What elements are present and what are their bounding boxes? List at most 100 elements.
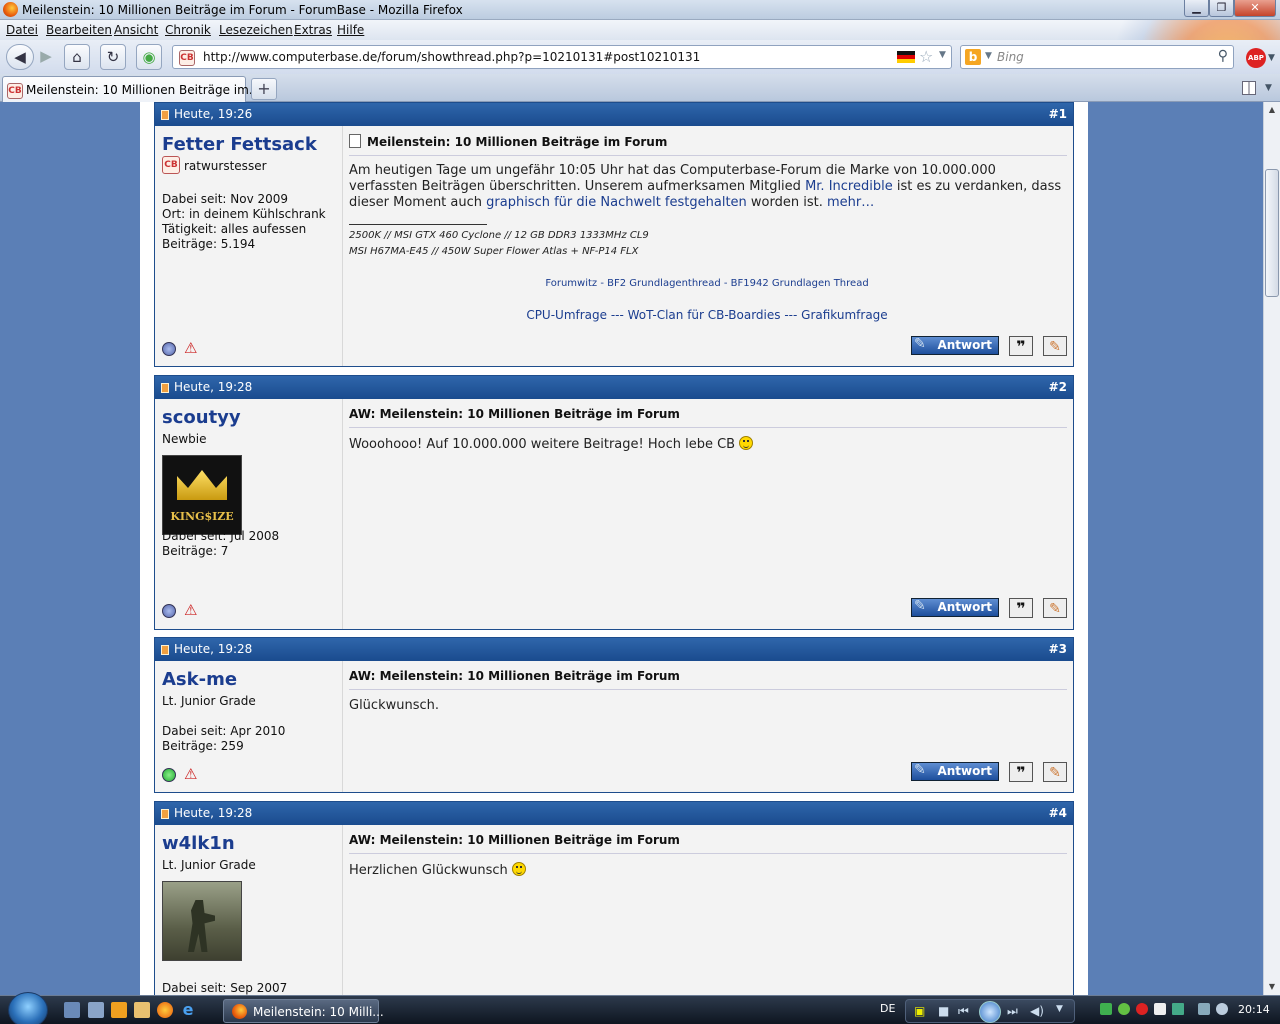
back-arrow-icon[interactable]: ◀: [6, 44, 34, 70]
user-info: Dabei seit: Sep 2007: [162, 981, 287, 995]
stop-icon[interactable]: ■: [938, 1004, 949, 1018]
mehr-link[interactable]: mehr…: [827, 195, 874, 210]
user-panel: w4lk1n Lt. Junior Grade Dabei seit: Sep …: [155, 825, 343, 995]
signature-links-big[interactable]: CPU-Umfrage --- WoT-Clan für CB-Boardies…: [349, 308, 1065, 322]
media-dropdown-icon[interactable]: ▼: [1056, 1004, 1063, 1014]
graphisch-link[interactable]: graphisch für die Nachwelt festgehalten: [486, 195, 747, 210]
signature-divider: [349, 224, 487, 225]
media-player-icon[interactable]: [111, 1002, 127, 1018]
search-engine-dropdown-icon[interactable]: ▼: [985, 51, 992, 61]
windows-taskbar: e Meilenstein: 10 Milli... DE ▣ ■ ⏮ ⏭ ◀)…: [0, 992, 1280, 1024]
network-icon[interactable]: [1198, 1003, 1210, 1015]
multiquote-button[interactable]: ✎: [1043, 336, 1067, 356]
search-field[interactable]: b ▼ Bing ⚲: [960, 45, 1234, 69]
menu-ansicht[interactable]: Ansicht: [114, 23, 158, 37]
avatar[interactable]: KING$IZE: [162, 455, 242, 535]
forward-arrow-icon[interactable]: ▶: [33, 44, 59, 70]
pause-button[interactable]: [979, 1001, 1001, 1023]
volume-icon[interactable]: ◀): [1030, 1004, 1044, 1018]
language-indicator[interactable]: DE: [880, 1002, 895, 1015]
username-link[interactable]: Ask-me: [162, 669, 237, 690]
webslice-icon[interactable]: ◉: [136, 44, 162, 70]
post-number-link[interactable]: #3: [1049, 642, 1067, 656]
magnifier-icon[interactable]: ⚲: [1218, 48, 1228, 64]
tray-icon-5[interactable]: [1172, 1003, 1184, 1015]
scroll-up-icon[interactable]: ▲: [1264, 102, 1280, 118]
signature-links-small[interactable]: Forumwitz - BF2 Grundlagenthread - BF194…: [349, 278, 1065, 289]
tray-icon-2[interactable]: [1118, 1003, 1130, 1015]
mr-incredible-link[interactable]: Mr. Incredible: [805, 179, 893, 194]
adblock-plus-icon[interactable]: ABP: [1246, 48, 1266, 68]
bing-logo-icon[interactable]: b: [965, 49, 981, 65]
tray-icon-4[interactable]: [1154, 1003, 1166, 1015]
adblock-dropdown-icon[interactable]: ▼: [1268, 53, 1275, 63]
internet-explorer-icon[interactable]: e: [180, 1002, 196, 1018]
tray-icon-3[interactable]: [1136, 1003, 1148, 1015]
quote-button[interactable]: ❞: [1009, 336, 1033, 356]
report-icon[interactable]: ⚠: [184, 603, 197, 618]
maximize-button[interactable]: ❐: [1209, 0, 1234, 17]
tab-label: Meilenstein: 10 Millionen Beiträge im...: [26, 83, 261, 97]
menu-datei[interactable]: Datei: [6, 23, 38, 37]
next-icon[interactable]: ⏭: [1007, 1004, 1018, 1019]
star-icon[interactable]: ☆: [919, 47, 933, 66]
url-text[interactable]: http://www.computerbase.de/forum/showthr…: [203, 50, 700, 64]
url-field[interactable]: CB http://www.computerbase.de/forum/show…: [172, 45, 952, 69]
avatar[interactable]: [162, 881, 242, 961]
page-scrollbar[interactable]: ▲ ▼: [1263, 102, 1280, 995]
firefox-quicklaunch-icon[interactable]: [157, 1002, 173, 1018]
post-number-link[interactable]: #2: [1049, 380, 1067, 394]
system-clock[interactable]: 20:14: [1238, 1003, 1270, 1016]
menu-chronik[interactable]: Chronik: [165, 23, 211, 37]
home-icon[interactable]: ⌂: [64, 44, 90, 70]
start-button[interactable]: [8, 992, 48, 1024]
url-dropdown-icon[interactable]: ▼: [939, 50, 946, 60]
new-tab-button[interactable]: +: [251, 78, 277, 100]
quote-button[interactable]: ❞: [1009, 598, 1033, 618]
speaker-icon[interactable]: [1216, 1003, 1228, 1015]
reply-button[interactable]: ✎ Antwort: [911, 598, 999, 617]
tab-active[interactable]: CB Meilenstein: 10 Millionen Beiträge im…: [2, 76, 260, 102]
media-switch-icon[interactable]: ▣: [914, 1004, 925, 1018]
online-status-icon: [162, 768, 176, 782]
menu-bearbeiten[interactable]: Bearbeiten: [46, 23, 112, 37]
report-icon[interactable]: ⚠: [184, 341, 197, 356]
previous-icon[interactable]: ⏮: [958, 1004, 969, 1019]
mail-icon[interactable]: [134, 1002, 150, 1018]
reply-button[interactable]: ✎ Antwort: [911, 336, 999, 355]
minimize-button[interactable]: ▁: [1184, 0, 1209, 17]
username-link[interactable]: Fetter Fettsack: [162, 134, 317, 155]
scroll-thumb[interactable]: [1265, 169, 1279, 297]
multiquote-button[interactable]: ✎: [1043, 598, 1067, 618]
reply-button[interactable]: ✎ Antwort: [911, 762, 999, 781]
avatar-text: KING$IZE: [170, 510, 234, 523]
window-title-bar: Meilenstein: 10 Millionen Beiträge im Fo…: [0, 0, 1280, 20]
taskbar-firefox-task[interactable]: Meilenstein: 10 Milli...: [223, 999, 384, 1023]
post-number-link[interactable]: #1: [1049, 107, 1067, 121]
offline-status-icon: [162, 604, 176, 618]
post-status-icon: [161, 809, 169, 819]
menu-extras[interactable]: Extras: [294, 23, 332, 37]
menu-lesezeichen[interactable]: Lesezeichen: [219, 23, 293, 37]
tray-icon-1[interactable]: [1100, 1003, 1112, 1015]
user-info: Dabei seit: Jul 2008 Beiträge: 7: [162, 529, 279, 559]
multiquote-button[interactable]: ✎: [1043, 762, 1067, 782]
list-all-tabs-icon[interactable]: [1242, 81, 1256, 95]
username-link[interactable]: scoutyy: [162, 407, 241, 428]
post-actions: ✎ Antwort ❞ ✎: [907, 598, 1067, 620]
tabs-dropdown-icon[interactable]: ▼: [1265, 83, 1272, 93]
search-placeholder[interactable]: Bing: [997, 50, 1024, 64]
switch-windows-icon[interactable]: [88, 1002, 104, 1018]
post-number-link[interactable]: #4: [1049, 806, 1067, 820]
user-panel: scoutyy Newbie KING$IZE Dabei seit: Jul …: [155, 399, 343, 629]
username-link[interactable]: w4lk1n: [162, 833, 235, 854]
report-icon[interactable]: ⚠: [184, 767, 197, 782]
quote-button[interactable]: ❞: [1009, 762, 1033, 782]
post-text: Am heutigen Tage um ungefähr 10:05 Uhr h…: [349, 163, 1065, 211]
show-desktop-icon[interactable]: [64, 1002, 80, 1018]
scroll-down-icon[interactable]: ▼: [1264, 979, 1280, 995]
post-header: Heute, 19:28 #4: [155, 802, 1073, 825]
reload-icon[interactable]: ↻: [100, 44, 126, 70]
menu-hilfe[interactable]: Hilfe: [337, 23, 364, 37]
close-window-button[interactable]: ✕: [1234, 0, 1276, 17]
